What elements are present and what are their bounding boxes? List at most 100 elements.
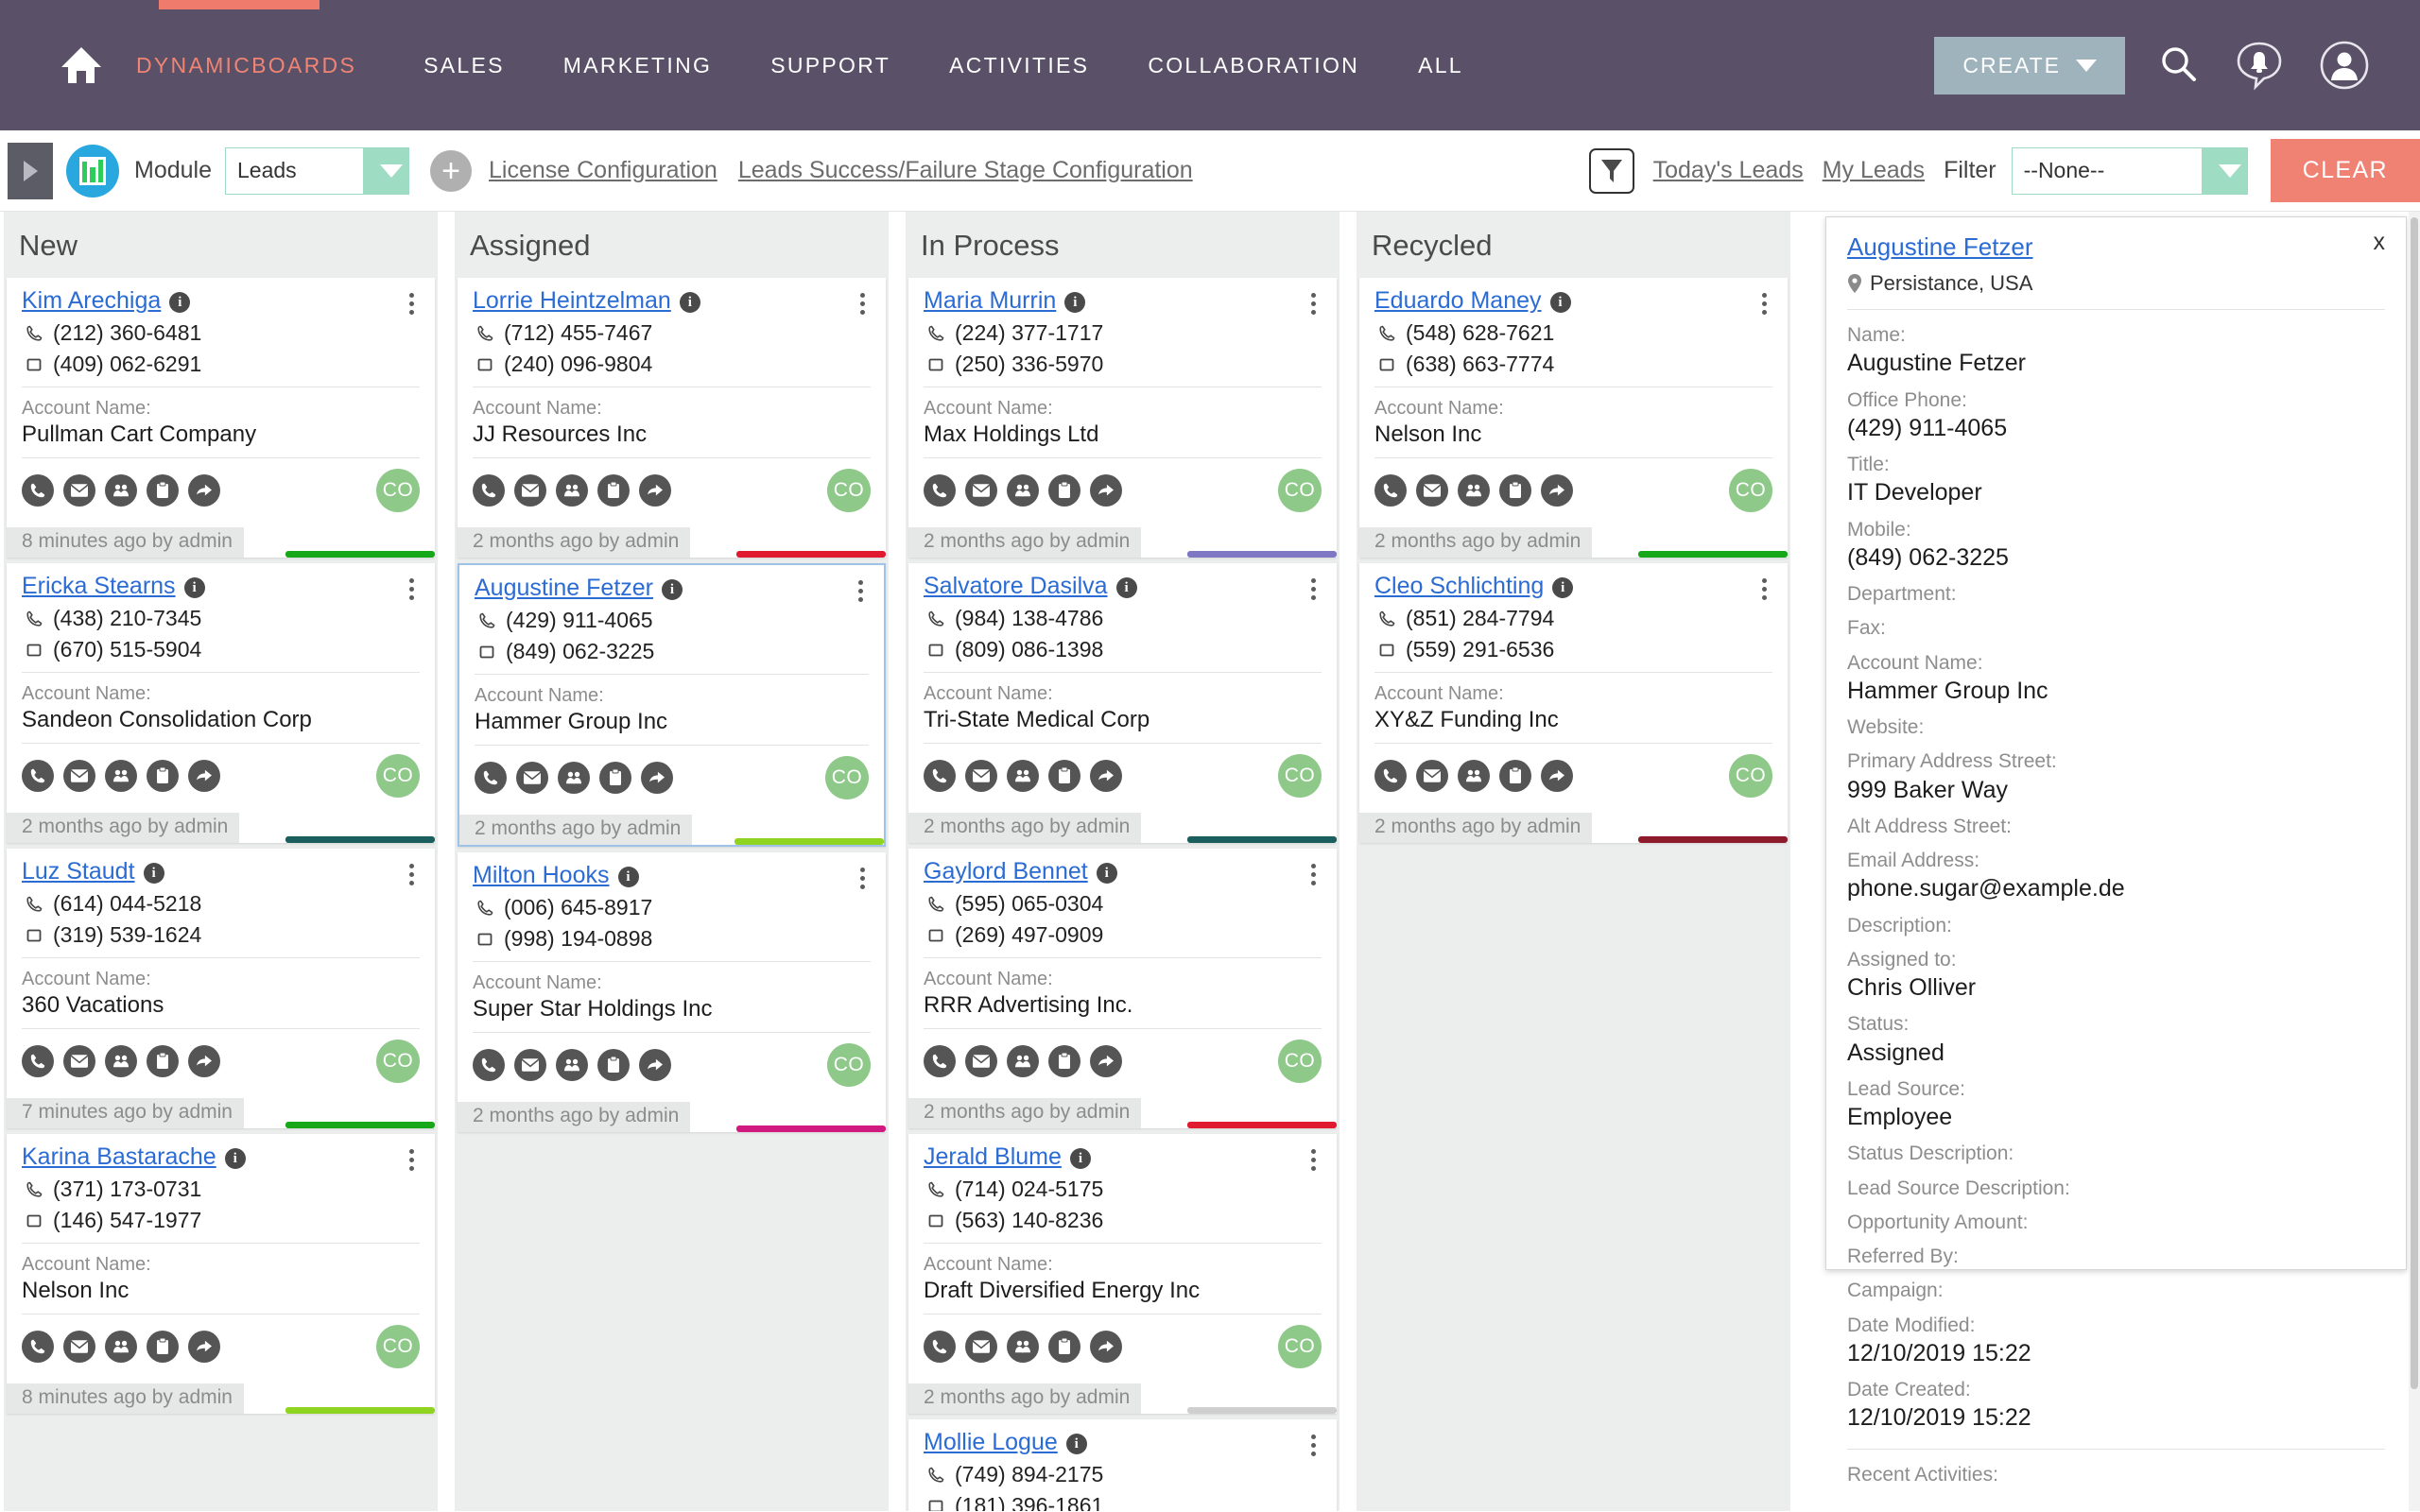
share-icon[interactable]	[1090, 474, 1122, 507]
leads-stage-configuration-link[interactable]: Leads Success/Failure Stage Configuratio…	[738, 157, 1193, 184]
email-icon[interactable]	[63, 1045, 95, 1077]
card-menu-icon[interactable]	[1305, 287, 1322, 315]
card-menu-icon[interactable]	[1756, 287, 1772, 315]
call-icon[interactable]	[475, 762, 507, 794]
call-icon[interactable]	[924, 760, 956, 792]
info-icon[interactable]: i	[169, 292, 191, 313]
meeting-icon[interactable]	[1007, 1331, 1039, 1363]
lead-card[interactable]: Milton Hooks i (006) 645-8917 (998) 194-089…	[458, 852, 886, 1132]
email-icon[interactable]	[63, 1331, 95, 1363]
meeting-icon[interactable]	[1007, 760, 1039, 792]
lead-card[interactable]: Cleo Schlichting i (851) 284-7794 (559) 291…	[1359, 563, 1788, 843]
share-icon[interactable]	[188, 1045, 220, 1077]
lead-name-link[interactable]: Salvatore Dasilva	[924, 573, 1108, 600]
share-icon[interactable]	[1541, 474, 1573, 507]
card-menu-icon[interactable]	[1305, 573, 1322, 600]
nav-item-support[interactable]: SUPPORT	[741, 53, 920, 78]
lead-card[interactable]: Salvatore Dasilva i (984) 138-4786 (809) 08…	[908, 563, 1337, 843]
share-icon[interactable]	[188, 760, 220, 792]
share-icon[interactable]	[1090, 760, 1122, 792]
card-menu-icon[interactable]	[1305, 858, 1322, 885]
share-icon[interactable]	[641, 762, 673, 794]
info-icon[interactable]: i	[1552, 577, 1574, 598]
lead-card[interactable]: Gaylord Bennet i (595) 065-0304 (269) 497-0…	[908, 849, 1337, 1128]
task-icon[interactable]	[1499, 474, 1531, 507]
email-icon[interactable]	[516, 762, 548, 794]
lead-name-link[interactable]: Gaylord Bennet	[924, 858, 1088, 885]
filter-select[interactable]: --None--	[2011, 146, 2248, 195]
license-configuration-link[interactable]: License Configuration	[489, 157, 717, 184]
notification-bell-icon[interactable]	[2233, 39, 2286, 92]
collapse-panel-icon[interactable]	[8, 142, 53, 199]
funnel-filter-icon[interactable]	[1588, 147, 1634, 194]
info-icon[interactable]: i	[1065, 1434, 1087, 1454]
task-icon[interactable]	[1048, 474, 1080, 507]
meeting-icon[interactable]	[1458, 474, 1490, 507]
email-icon[interactable]	[965, 760, 997, 792]
info-icon[interactable]: i	[679, 292, 700, 313]
call-icon[interactable]	[22, 474, 54, 507]
clear-button[interactable]: CLEAR	[2270, 139, 2420, 202]
call-icon[interactable]	[924, 1331, 956, 1363]
chevron-down-icon[interactable]	[2201, 147, 2247, 194]
info-icon[interactable]: i	[1064, 292, 1086, 313]
nav-item-dynamicboards[interactable]: DYNAMICBOARDS	[136, 53, 394, 78]
card-menu-icon[interactable]	[404, 573, 420, 600]
email-icon[interactable]	[1416, 474, 1448, 507]
lead-card[interactable]: Jerald Blume i (714) 024-5175 (563) 140-823…	[908, 1134, 1337, 1414]
card-menu-icon[interactable]	[1305, 1429, 1322, 1456]
card-menu-icon[interactable]	[404, 287, 420, 315]
task-icon[interactable]	[147, 760, 179, 792]
create-button[interactable]: CREATE	[1934, 36, 2125, 94]
lead-name-link[interactable]: Kim Arechiga	[22, 287, 161, 315]
email-icon[interactable]	[965, 1331, 997, 1363]
lead-card[interactable]: Lorrie Heintzelman i (712) 455-7467 (240) 0…	[458, 278, 886, 558]
info-icon[interactable]: i	[183, 577, 205, 598]
card-menu-icon[interactable]	[855, 287, 871, 315]
task-icon[interactable]	[1048, 760, 1080, 792]
meeting-icon[interactable]	[1007, 1045, 1039, 1077]
info-icon[interactable]: i	[1549, 292, 1571, 313]
user-profile-icon[interactable]	[2318, 39, 2371, 92]
detail-record-name[interactable]: Augustine Fetzer	[1847, 232, 2033, 262]
card-menu-icon[interactable]	[853, 575, 869, 602]
meeting-icon[interactable]	[105, 1331, 137, 1363]
lead-card[interactable]: Karina Bastarache i (371) 173-0731 (146) 54…	[7, 1134, 435, 1414]
share-icon[interactable]	[639, 1049, 671, 1081]
meeting-icon[interactable]	[556, 474, 588, 507]
meeting-icon[interactable]	[558, 762, 590, 794]
task-icon[interactable]	[147, 1045, 179, 1077]
my-leads-link[interactable]: My Leads	[1823, 157, 1925, 184]
email-icon[interactable]	[63, 760, 95, 792]
chevron-down-icon[interactable]	[363, 147, 408, 194]
share-icon[interactable]	[188, 1331, 220, 1363]
email-icon[interactable]	[63, 474, 95, 507]
task-icon[interactable]	[1048, 1045, 1080, 1077]
call-icon[interactable]	[22, 1331, 54, 1363]
info-icon[interactable]: i	[143, 863, 164, 884]
task-icon[interactable]	[147, 474, 179, 507]
lead-name-link[interactable]: Cleo Schlichting	[1374, 573, 1544, 600]
info-icon[interactable]: i	[662, 579, 683, 600]
lead-name-link[interactable]: Ericka Stearns	[22, 573, 176, 600]
lead-name-link[interactable]: Mollie Logue	[924, 1429, 1058, 1456]
lead-name-link[interactable]: Maria Murrin	[924, 287, 1056, 315]
todays-leads-link[interactable]: Today's Leads	[1653, 157, 1804, 184]
call-icon[interactable]	[1374, 474, 1407, 507]
email-icon[interactable]	[1416, 760, 1448, 792]
share-icon[interactable]	[1541, 760, 1573, 792]
nav-item-marketing[interactable]: MARKETING	[534, 53, 741, 78]
info-icon[interactable]: i	[1069, 1148, 1091, 1169]
call-icon[interactable]	[1374, 760, 1407, 792]
email-icon[interactable]	[965, 1045, 997, 1077]
task-icon[interactable]	[1048, 1331, 1080, 1363]
lead-name-link[interactable]: Milton Hooks	[473, 862, 610, 889]
nav-item-activities[interactable]: ACTIVITIES	[920, 53, 1118, 78]
scrollbar-thumb[interactable]	[2411, 217, 2418, 1389]
card-menu-icon[interactable]	[404, 1143, 420, 1171]
meeting-icon[interactable]	[1458, 760, 1490, 792]
card-menu-icon[interactable]	[855, 862, 871, 889]
lead-card[interactable]: Eduardo Maney i (548) 628-7621 (638) 663-77…	[1359, 278, 1788, 558]
info-icon[interactable]: i	[1115, 577, 1137, 598]
meeting-icon[interactable]	[105, 760, 137, 792]
